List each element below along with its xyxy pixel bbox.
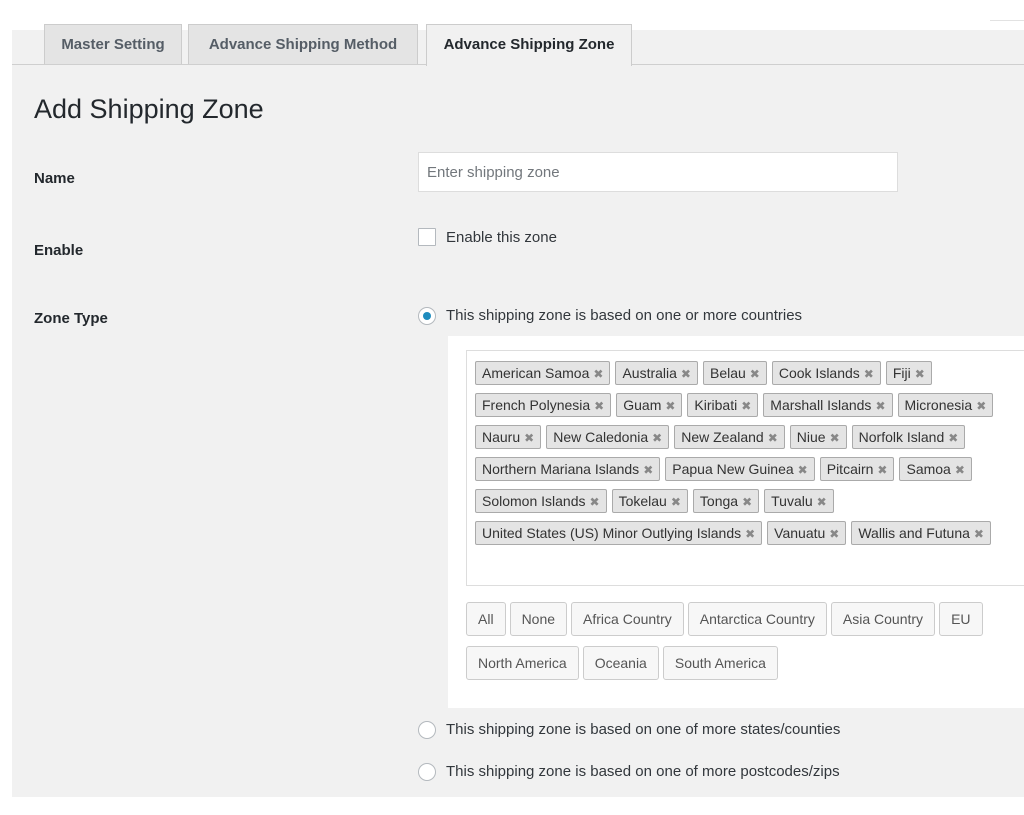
countries-multiselect[interactable]: American Samoa ✖ Australia ✖ Belau ✖ Cook Isla… [466,350,1024,586]
country-chip: United States (US) Minor Outlying Island… [475,521,763,545]
country-chip: Marshall Islands ✖ [763,393,893,417]
tab-master-setting[interactable]: Master Setting [44,24,182,65]
remove-chip-icon[interactable]: ✖ [798,459,808,481]
radio-states[interactable] [418,721,436,739]
chips-row-1: American Samoa ✖ Australia ✖ Belau ✖ Cook Isla… [475,361,937,385]
enable-zone-checkbox[interactable] [418,228,436,246]
chips-row-5: Solomon Islands ✖ Tokelau ✖ Tonga ✖ Tuvalu ✖ [475,489,839,513]
asia-country-button[interactable]: Asia Country [830,602,936,636]
remove-chip-icon[interactable]: ✖ [665,395,675,417]
enable-label: Enable [34,242,84,259]
top-strip-edge [990,14,1024,21]
chips-row-2: French Polynesia ✖ Guam ✖ Kiribati ✖ Marshall … [475,393,998,417]
country-chip: New Caledonia ✖ [546,425,670,449]
settings-panel: Master Setting Advance Shipping Method A… [12,14,1024,797]
remove-chip-icon[interactable]: ✖ [745,523,755,545]
remove-chip-icon[interactable]: ✖ [524,427,534,449]
radio-countries[interactable] [418,307,436,325]
country-chip: Samoa ✖ [899,457,972,481]
radio-postcodes-label: This shipping zone is based on one of mo… [446,763,840,780]
country-chip: Belau ✖ [702,361,767,385]
remove-chip-icon[interactable]: ✖ [864,363,874,385]
country-chip: Norfolk Island ✖ [851,425,966,449]
remove-chip-icon[interactable]: ✖ [742,491,752,513]
country-chip: Solomon Islands ✖ [475,489,607,513]
country-chip: Tuvalu ✖ [764,489,834,513]
remove-chip-icon[interactable]: ✖ [768,427,778,449]
remove-chip-icon[interactable]: ✖ [976,395,986,417]
radio-postcodes[interactable] [418,763,436,781]
country-chip: Niue ✖ [789,425,847,449]
remove-chip-icon[interactable]: ✖ [817,491,827,513]
remove-chip-icon[interactable]: ✖ [681,363,691,385]
country-chip: American Samoa ✖ [475,361,611,385]
north-america-button[interactable]: North America [466,646,579,680]
region-buttons-row-2: North America Oceania South America [466,646,782,680]
country-chip: Guam ✖ [616,393,683,417]
select-none-button[interactable]: None [509,602,568,636]
chips-row-3: Nauru ✖ New Caledonia ✖ New Zealand ✖ Niue ✖ Nor… [475,425,970,449]
remove-chip-icon[interactable]: ✖ [829,523,839,545]
remove-chip-icon[interactable]: ✖ [643,459,653,481]
country-chip: Fiji ✖ [885,361,932,385]
africa-country-button[interactable]: Africa Country [571,602,684,636]
remove-chip-icon[interactable]: ✖ [652,427,662,449]
chips-row-6: United States (US) Minor Outlying Island… [475,521,996,545]
page-title: Add Shipping Zone [34,94,264,124]
remove-chip-icon[interactable]: ✖ [750,363,760,385]
country-chip: New Zealand ✖ [674,425,785,449]
radio-countries-label: This shipping zone is based on one or mo… [446,307,803,324]
country-chip: Wallis and Futuna ✖ [851,521,991,545]
country-chip: French Polynesia ✖ [475,393,612,417]
chips-row-4: Northern Mariana Islands ✖ Papua New Guine… [475,457,977,481]
tab-advance-shipping-zone[interactable]: Advance Shipping Zone [426,24,632,66]
country-chip: Cook Islands ✖ [771,361,881,385]
shipping-zone-name-input[interactable] [418,152,898,192]
eu-button[interactable]: EU [939,602,983,636]
remove-chip-icon[interactable]: ✖ [671,491,681,513]
country-chip: Northern Mariana Islands ✖ [475,457,661,481]
remove-chip-icon[interactable]: ✖ [877,459,887,481]
remove-chip-icon[interactable]: ✖ [875,395,885,417]
country-chip: Tokelau ✖ [611,489,688,513]
country-chip: Papua New Guinea ✖ [665,457,815,481]
remove-chip-icon[interactable]: ✖ [593,363,603,385]
country-chip: Micronesia ✖ [897,393,994,417]
country-chip: Nauru ✖ [475,425,542,449]
select-all-button[interactable]: All [466,602,506,636]
countries-panel: American Samoa ✖ Australia ✖ Belau ✖ Cook Isla… [448,336,1024,708]
tab-advance-shipping-method[interactable]: Advance Shipping Method [188,24,418,65]
remove-chip-icon[interactable]: ✖ [590,491,600,513]
name-label: Name [34,170,75,187]
country-chip: Pitcairn ✖ [819,457,895,481]
zone-type-label: Zone Type [34,310,108,327]
oceania-button[interactable]: Oceania [582,646,659,680]
remove-chip-icon[interactable]: ✖ [974,523,984,545]
remove-chip-icon[interactable]: ✖ [915,363,925,385]
country-chip: Vanuatu ✖ [767,521,847,545]
remove-chip-icon[interactable]: ✖ [948,427,958,449]
country-chip: Australia ✖ [615,361,698,385]
remove-chip-icon[interactable]: ✖ [830,427,840,449]
radio-states-label: This shipping zone is based on one of mo… [446,721,841,738]
remove-chip-icon[interactable]: ✖ [955,459,965,481]
south-america-button[interactable]: South America [662,646,778,680]
antarctica-country-button[interactable]: Antarctica Country [687,602,827,636]
enable-zone-checkbox-label: Enable this zone [446,229,557,246]
country-chip: Tonga ✖ [692,489,760,513]
region-buttons-row-1: All None Africa Country Antarctica Country A… [466,602,987,636]
remove-chip-icon[interactable]: ✖ [594,395,604,417]
remove-chip-icon[interactable]: ✖ [741,395,751,417]
country-chip: Kiribati ✖ [687,393,759,417]
